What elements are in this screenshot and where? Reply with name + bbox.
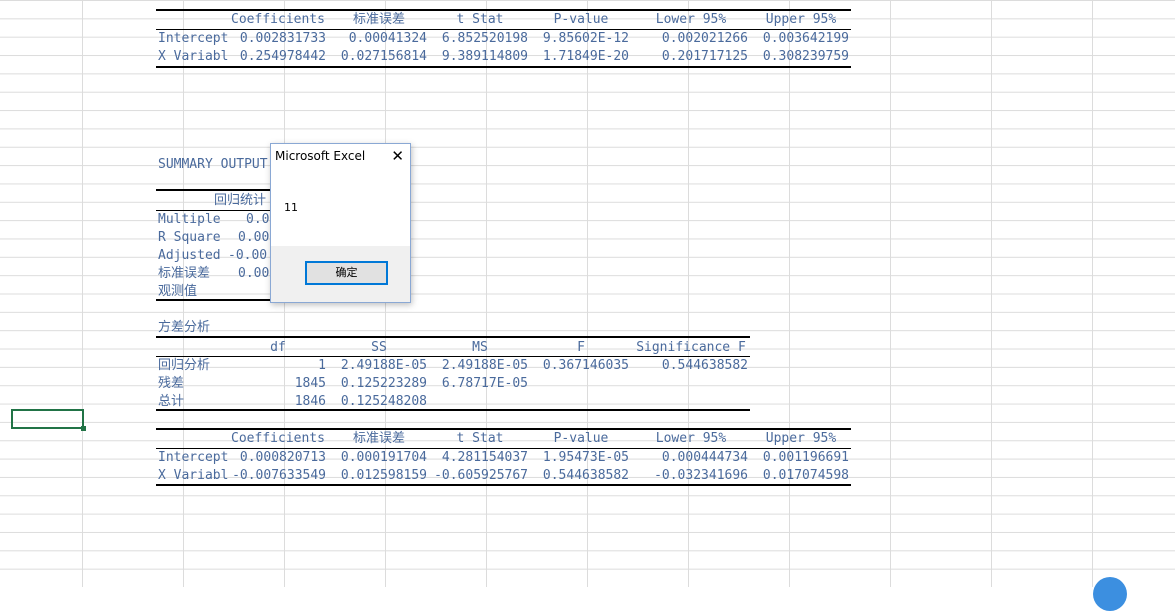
bottom-header-upper95: Upper 95%: [765, 431, 837, 446]
anova-row-residual-ss: 0.125223289: [340, 376, 427, 391]
bottom-row2-coef: -0.007633549: [232, 468, 326, 483]
bottom-header-lower95: Lower 95%: [655, 431, 727, 446]
anova-row-residual-df: 1845: [294, 376, 326, 391]
bottom-row2-label: X Variabl: [158, 468, 228, 483]
worksheet: Coefficients 标准误差 t Stat P-value Lower 9…: [0, 0, 1175, 611]
top-row2-coef: 0.254978442: [239, 49, 326, 64]
top-header-coefficients: Coefficients: [231, 12, 325, 27]
bottom-header-coefficients: Coefficients: [231, 431, 325, 446]
top-header-pvalue: P-value: [553, 12, 609, 27]
dialog-title: Microsoft Excel: [275, 149, 366, 163]
top-row2-tstat: 9.389114809: [441, 49, 528, 64]
top-row1-stderr: 0.00041324: [348, 31, 427, 46]
reg-stat-adjusted-value: -0.00: [228, 248, 268, 263]
anova-header-f: F: [577, 340, 585, 355]
reg-stats-header: 回归统计: [214, 193, 267, 208]
top-header-tstat: t Stat: [456, 12, 504, 27]
bottom-row2-lower95: -0.032341696: [654, 468, 748, 483]
fill-handle[interactable]: [81, 426, 86, 431]
floating-action-icon[interactable]: [1093, 577, 1127, 611]
reg-stat-stderr-value: 0.00: [238, 266, 270, 281]
anova-row-regression-label: 回归分析: [158, 358, 211, 373]
anova-row-regression-ss: 2.49188E-05: [340, 358, 427, 373]
anova-header-ms: MS: [472, 340, 488, 355]
selected-cell[interactable]: [11, 409, 84, 429]
top-row1-tstat: 6.852520198: [441, 31, 528, 46]
top-header-lower95: Lower 95%: [655, 12, 727, 27]
anova-row-regression-f: 0.367146035: [542, 358, 629, 373]
bottom-row1-label: Intercept: [158, 450, 228, 465]
close-icon[interactable]: ✕: [391, 147, 404, 165]
bottom-row1-tstat: 4.281154037: [441, 450, 528, 465]
top-row1-lower95: 0.002021266: [661, 31, 748, 46]
anova-header-ss: SS: [371, 340, 387, 355]
top-row1-pvalue: 9.85602E-12: [542, 31, 629, 46]
anova-title: 方差分析: [158, 320, 211, 335]
reg-stat-stderr-label: 标准误差: [158, 266, 211, 281]
message-box-dialog: Microsoft Excel ✕ 11 确定: [270, 143, 411, 303]
bottom-table-border-bottom: [156, 484, 851, 486]
bottom-row1-coef: 0.000820713: [239, 450, 326, 465]
reg-stats-border-top: [156, 189, 276, 191]
reg-stat-adjusted-label: Adjusted: [158, 248, 221, 263]
top-header-stderr: 标准误差: [352, 12, 405, 27]
top-row1-upper95: 0.003642199: [762, 31, 849, 46]
top-row1-label: Intercept: [158, 31, 228, 46]
bottom-row1-stderr: 0.000191704: [340, 450, 427, 465]
top-row1-coef: 0.002831733: [239, 31, 326, 46]
bottom-row1-upper95: 0.001196691: [762, 450, 849, 465]
top-row2-stderr: 0.027156814: [340, 49, 427, 64]
bottom-row1-pvalue: 1.95473E-05: [542, 450, 629, 465]
anova-row-residual-ms: 6.78717E-05: [441, 376, 528, 391]
reg-stat-rsquare-label: R Square: [158, 230, 221, 245]
bottom-header-tstat: t Stat: [456, 431, 504, 446]
ok-button[interactable]: 确定: [305, 261, 388, 285]
dialog-footer: 确定: [271, 246, 410, 302]
anova-row-regression-sigf: 0.544638582: [661, 358, 748, 373]
top-header-upper95: Upper 95%: [765, 12, 837, 27]
anova-border-bottom: [156, 409, 750, 411]
bottom-row2-stderr: 0.012598159: [340, 468, 427, 483]
summary-title: SUMMARY OUTPUT: [158, 157, 268, 172]
bottom-row1-lower95: 0.000444734: [661, 450, 748, 465]
reg-stat-multiple-label: Multiple: [158, 212, 221, 227]
anova-border-top: [156, 336, 750, 338]
dialog-message: 11: [284, 201, 298, 214]
bottom-row2-upper95: 0.017074598: [762, 468, 849, 483]
reg-stats-border-bottom: [156, 299, 276, 301]
bottom-header-stderr: 标准误差: [352, 431, 405, 446]
top-row2-pvalue: 1.71849E-20: [542, 49, 629, 64]
bottom-row2-tstat: -0.605925767: [434, 468, 528, 483]
top-row2-upper95: 0.308239759: [762, 49, 849, 64]
anova-row-residual-label: 残差: [158, 376, 185, 391]
top-row2-lower95: 0.201717125: [661, 49, 748, 64]
reg-stat-rsquare-value: 0.00: [238, 230, 270, 245]
top-table-border-bottom: [156, 66, 851, 68]
anova-row-regression-ms: 2.49188E-05: [441, 358, 528, 373]
top-row2-label: X Variabl: [158, 49, 228, 64]
anova-row-regression-df: 1: [318, 358, 326, 373]
bottom-row2-pvalue: 0.544638582: [542, 468, 629, 483]
anova-header-df: df: [270, 340, 286, 355]
bottom-header-pvalue: P-value: [553, 431, 609, 446]
anova-header-sigf: Significance F: [636, 340, 746, 355]
